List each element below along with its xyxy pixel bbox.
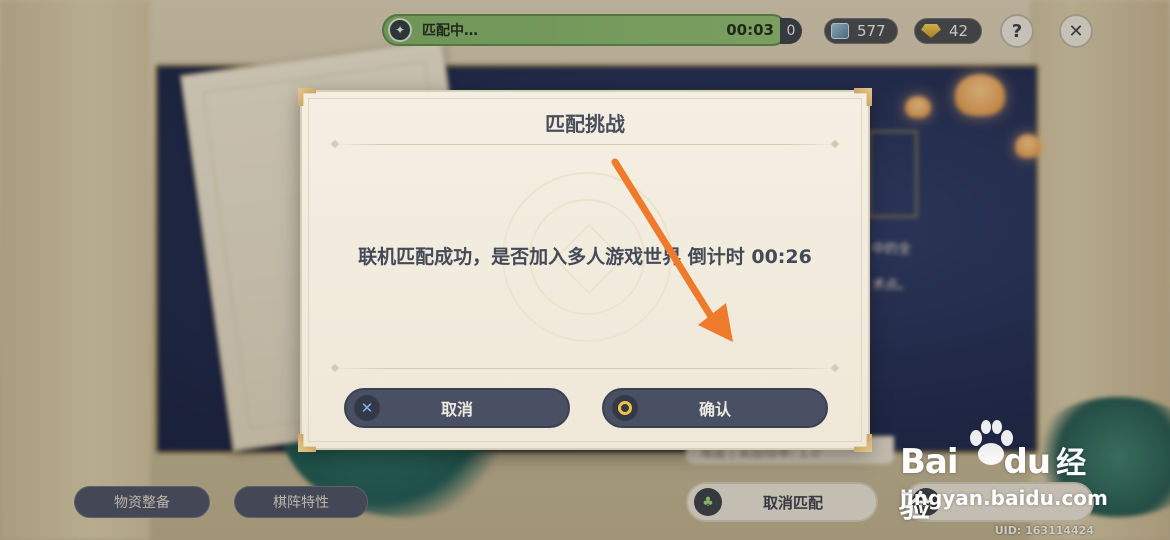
baidu-watermark: Bai du 经验 jingyan.baidu.com	[900, 418, 1110, 525]
confirm-button[interactable]: 确认	[602, 388, 828, 428]
cancel-button[interactable]: ✕ 取消	[344, 388, 570, 428]
corner-ornament	[298, 88, 316, 106]
corner-ornament	[854, 434, 872, 452]
match-challenge-dialog: 匹配挑战 联机匹配成功，是否加入多人游戏世界 倒计时 00:26 ✕ 取消 确认	[298, 88, 872, 452]
watermark-logo-left: Bai	[900, 442, 959, 482]
circle-icon	[612, 395, 638, 421]
divider	[332, 368, 838, 369]
confirm-button-label: 确认	[698, 400, 731, 419]
dialog-message: 联机匹配成功，是否加入多人游戏世界 倒计时 00:26	[358, 246, 812, 268]
watermark-logo-mid: du	[1003, 442, 1052, 482]
corner-ornament	[854, 88, 872, 106]
cross-icon: ✕	[354, 395, 380, 421]
dialog-title: 匹配挑战	[545, 112, 625, 136]
cancel-button-label: 取消	[440, 400, 473, 419]
watermark-url: jingyan.baidu.com	[900, 486, 1108, 510]
corner-ornament	[298, 434, 316, 452]
divider	[332, 144, 838, 145]
watermark-logo-text: Bai du 经验	[900, 438, 1110, 526]
